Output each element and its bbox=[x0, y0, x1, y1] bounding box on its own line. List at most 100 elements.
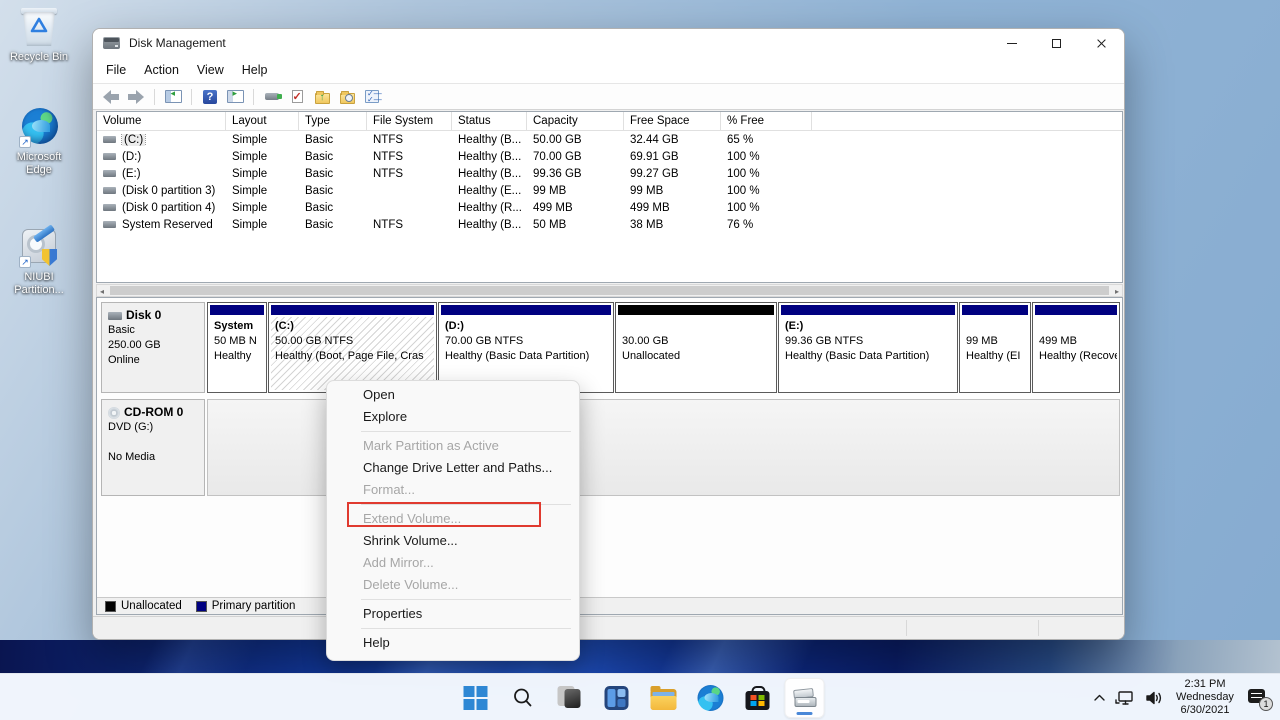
tray-date: 6/30/2021 bbox=[1173, 704, 1237, 717]
edge-icon bbox=[698, 685, 724, 711]
menu-item-properties[interactable]: Properties bbox=[327, 603, 579, 625]
minimize-button[interactable] bbox=[989, 29, 1034, 57]
microsoft-store-icon bbox=[746, 691, 770, 710]
volume-icon bbox=[103, 170, 116, 177]
status-bar bbox=[93, 616, 1124, 639]
task-view-button[interactable] bbox=[550, 678, 590, 718]
volume-icon bbox=[103, 136, 116, 143]
menu-item-shrink-volume[interactable]: Shrink Volume... bbox=[327, 530, 579, 552]
maximize-icon bbox=[1052, 39, 1061, 48]
table-row[interactable]: (Disk 0 partition 3) SimpleBasic Healthy… bbox=[97, 182, 1122, 199]
toolbar: ? bbox=[93, 83, 1124, 110]
menu-item-explore[interactable]: Explore bbox=[327, 406, 579, 428]
column-header-volume[interactable]: Volume bbox=[97, 112, 226, 130]
wallpaper-bloom bbox=[0, 640, 1280, 673]
desktop-icon-recycle-bin[interactable]: Recycle Bin bbox=[6, 6, 72, 64]
table-row[interactable]: (C:) SimpleBasic NTFSHealthy (B... 50.00… bbox=[97, 131, 1122, 148]
desktop-icon-label: NIUBI Partition... bbox=[6, 271, 72, 297]
check-document-icon[interactable] bbox=[287, 88, 307, 106]
taskbar: 2:31 PM Wednesday 6/30/2021 1 bbox=[0, 673, 1280, 720]
menu-separator bbox=[361, 431, 571, 432]
menu-file[interactable]: File bbox=[97, 60, 135, 80]
partition-unallocated[interactable]: 30.00 GBUnallocated bbox=[615, 302, 777, 393]
partition-e[interactable]: (E:)99.36 GB NTFSHealthy (Basic Data Par… bbox=[778, 302, 958, 393]
partition-499mb[interactable]: 499 MBHealthy (Recove bbox=[1032, 302, 1120, 393]
menu-item-open[interactable]: Open bbox=[327, 384, 579, 406]
niubi-partition-icon: ↗ bbox=[19, 226, 59, 268]
volume-icon[interactable] bbox=[1144, 690, 1164, 706]
forward-arrow-icon[interactable] bbox=[126, 88, 146, 106]
horizontal-scrollbar[interactable]: ◂▸ bbox=[96, 284, 1123, 297]
desktop-icon-label: Microsoft Edge bbox=[6, 151, 72, 177]
chevron-up-icon[interactable] bbox=[1093, 693, 1106, 703]
menu-item-add-mirror: Add Mirror... bbox=[327, 552, 579, 574]
menu-help[interactable]: Help bbox=[233, 60, 277, 80]
toolbar-separator bbox=[253, 89, 254, 105]
search-icon bbox=[511, 686, 535, 710]
menu-separator bbox=[361, 599, 571, 600]
column-header-type[interactable]: Type bbox=[299, 112, 367, 130]
column-header-status[interactable]: Status bbox=[452, 112, 527, 130]
show-action-pane-icon[interactable] bbox=[225, 88, 245, 106]
table-row[interactable]: (E:) SimpleBasic NTFSHealthy (B... 99.36… bbox=[97, 165, 1122, 182]
menu-item-extend-volume: Extend Volume... bbox=[327, 508, 579, 530]
folder-up-icon[interactable] bbox=[312, 88, 332, 106]
menu-view[interactable]: View bbox=[188, 60, 233, 80]
column-header-percent-free[interactable]: % Free bbox=[721, 112, 812, 130]
menu-item-change-drive-letter[interactable]: Change Drive Letter and Paths... bbox=[327, 457, 579, 479]
show-console-tree-icon[interactable] bbox=[163, 88, 183, 106]
tray-day: Wednesday bbox=[1173, 691, 1237, 704]
legend-primary-partition: Primary partition bbox=[196, 600, 296, 612]
table-row[interactable]: System Reserved SimpleBasic NTFSHealthy … bbox=[97, 216, 1122, 233]
desktop-icon-niubi-partition[interactable]: ↗ NIUBI Partition... bbox=[6, 226, 72, 297]
network-icon[interactable] bbox=[1115, 690, 1135, 706]
notification-center-button[interactable]: 1 bbox=[1246, 686, 1272, 710]
table-row[interactable]: (D:) SimpleBasic NTFSHealthy (B... 70.00… bbox=[97, 148, 1122, 165]
cd-rom-icon bbox=[108, 407, 120, 419]
notification-badge: 1 bbox=[1259, 697, 1273, 711]
partition-99mb[interactable]: 99 MBHealthy (EI bbox=[959, 302, 1031, 393]
volume-icon bbox=[103, 221, 116, 228]
volume-list-header: Volume Layout Type File System Status Ca… bbox=[97, 112, 1122, 131]
desktop-icon-microsoft-edge[interactable]: ↗ Microsoft Edge bbox=[6, 106, 72, 177]
desktop-icon-label: Recycle Bin bbox=[6, 51, 72, 64]
close-button[interactable] bbox=[1079, 29, 1124, 57]
maximize-button[interactable] bbox=[1034, 29, 1079, 57]
clock[interactable]: 2:31 PM Wednesday 6/30/2021 bbox=[1173, 678, 1237, 717]
start-button[interactable] bbox=[456, 678, 496, 718]
system-tray: 2:31 PM Wednesday 6/30/2021 1 bbox=[1093, 674, 1272, 720]
legend-unallocated: Unallocated bbox=[105, 600, 182, 612]
folder-search-icon[interactable] bbox=[337, 88, 357, 106]
table-row[interactable]: (Disk 0 partition 4) SimpleBasic Healthy… bbox=[97, 199, 1122, 216]
task-view-icon bbox=[550, 678, 590, 718]
menu-action[interactable]: Action bbox=[135, 60, 188, 80]
column-header-capacity[interactable]: Capacity bbox=[527, 112, 624, 130]
column-header-file-system[interactable]: File System bbox=[367, 112, 452, 130]
disk-management-taskbar-button[interactable] bbox=[785, 678, 825, 718]
help-icon[interactable]: ? bbox=[200, 88, 220, 106]
disk-management-window: Disk Management File Action View Help ? … bbox=[92, 28, 1125, 640]
search-button[interactable] bbox=[503, 678, 543, 718]
scrollbar-thumb[interactable] bbox=[110, 286, 1109, 295]
volume-icon bbox=[103, 187, 116, 194]
column-header-free-space[interactable]: Free Space bbox=[624, 112, 721, 130]
cdrom-label-panel[interactable]: CD-ROM 0 DVD (G:) No Media bbox=[101, 399, 205, 496]
windows-logo-icon bbox=[464, 686, 488, 710]
titlebar[interactable]: Disk Management bbox=[93, 29, 1124, 57]
legend-swatch-primary bbox=[196, 601, 207, 612]
toolbar-separator bbox=[154, 89, 155, 105]
back-arrow-icon[interactable] bbox=[101, 88, 121, 106]
device-icon[interactable] bbox=[262, 88, 282, 106]
menu-item-help[interactable]: Help bbox=[327, 632, 579, 654]
edge-icon: ↗ bbox=[19, 106, 59, 148]
store-button[interactable] bbox=[738, 678, 778, 718]
disk-management-icon bbox=[792, 687, 818, 709]
disk-icon bbox=[108, 312, 122, 320]
file-explorer-button[interactable] bbox=[644, 678, 684, 718]
task-list-icon[interactable] bbox=[362, 88, 382, 106]
widgets-button[interactable] bbox=[597, 678, 637, 718]
disk0-label-panel[interactable]: Disk 0 Basic 250.00 GB Online bbox=[101, 302, 205, 393]
edge-button[interactable] bbox=[691, 678, 731, 718]
column-header-layout[interactable]: Layout bbox=[226, 112, 299, 130]
partition-system[interactable]: System50 MB NHealthy bbox=[207, 302, 267, 393]
